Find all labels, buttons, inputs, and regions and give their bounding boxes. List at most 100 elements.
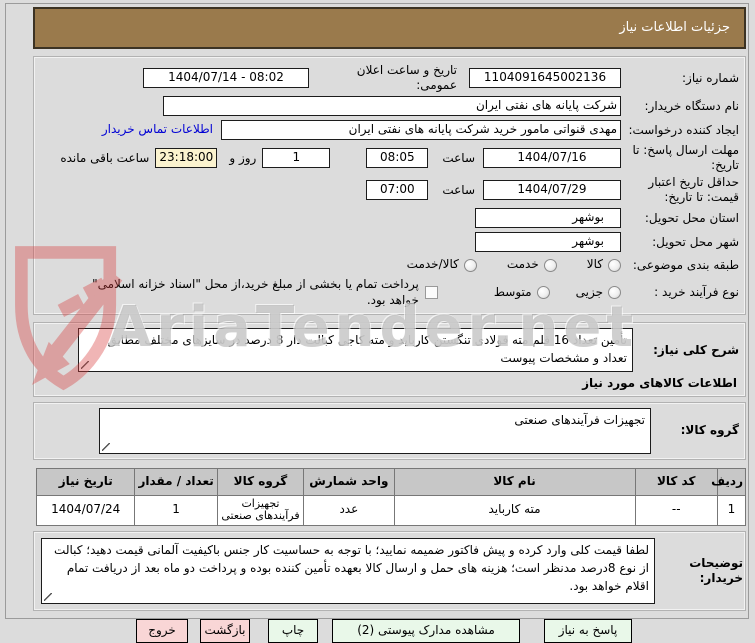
cell-item-code: --: [634, 494, 718, 526]
radio-icon[interactable]: [608, 258, 621, 272]
process-type-label: نوع فرآیند خرید :: [654, 285, 739, 300]
reply-deadline-label: مهلت ارسال پاسخ: تا تاریخ:: [632, 143, 739, 172]
subject-class-option-service[interactable]: خدمت: [507, 257, 557, 273]
col-header-item-group: گروه کالا: [216, 467, 305, 496]
option-label: خدمت: [506, 257, 539, 272]
resize-handle-icon[interactable]: [102, 442, 110, 451]
process-type-option-medium[interactable]: متوسط: [494, 285, 550, 301]
reply-deadline-time-input[interactable]: 08:05: [366, 148, 429, 168]
announce-datetime-input[interactable]: 1404/07/14 - 08:02: [143, 68, 309, 88]
need-description-group: شرح کلی نیاز: تأمین تعداد 16 قلم مته فول…: [33, 322, 746, 397]
request-creator-label: ایجاد کننده درخواست:: [628, 122, 739, 137]
cell-need-date: 1404/07/24: [35, 494, 136, 526]
cell-quantity: 1: [134, 494, 218, 526]
price-validity-label: حداقل تاریخ اعتبار قیمت: تا تاریخ:: [648, 175, 739, 204]
remaining-days-input[interactable]: 1: [262, 148, 331, 168]
action-buttons-row: پاسخ به نیاز مشاهده مدارک پیوستی (2) چاپ…: [9, 618, 746, 643]
buyer-notes-label: توضیحات خریدار:: [689, 555, 743, 585]
radio-icon[interactable]: [543, 258, 557, 272]
delivery-province-input[interactable]: بوشهر: [475, 208, 621, 228]
exit-button[interactable]: خروج: [136, 618, 188, 643]
reply-deadline-hour-label: ساعت: [442, 150, 475, 165]
view-attached-docs-button[interactable]: مشاهده مدارک پیوستی (2): [332, 618, 520, 643]
col-header-quantity: تعداد / مقدار: [134, 467, 218, 496]
need-description-label: شرح کلی نیاز:: [653, 342, 739, 357]
items-table-header-row: ردیف کد کالا نام کالا واحد شمارش گروه کا…: [35, 467, 747, 496]
need-number-row: شماره نیاز: 1104091645002136 تاریخ و ساع…: [40, 63, 739, 93]
option-label: متوسط: [493, 284, 532, 299]
process-type-row: نوع فرآیند خرید : جزیی متوسط پرداخت تمام…: [40, 277, 739, 308]
col-header-row-number: ردیف: [711, 467, 747, 496]
days-and-label: روز و: [229, 150, 257, 165]
goods-group-label: گروه کالا:: [680, 423, 739, 438]
cell-item-group: تجهیزات فرآیندهای صنعتی: [216, 494, 305, 526]
reply-deadline-row: مهلت ارسال پاسخ: تا تاریخ: 1404/07/16 سا…: [40, 143, 739, 173]
col-header-item-code: کد کالا: [634, 467, 718, 496]
radio-icon[interactable]: [608, 286, 621, 300]
price-validity-time-input[interactable]: 07:00: [366, 180, 429, 200]
option-label: کالا: [586, 257, 603, 272]
request-creator-row: ایجاد کننده درخواست: مهدی قنواتی مامور خ…: [40, 119, 739, 141]
remaining-time-countdown: 23:18:00: [155, 148, 218, 168]
table-row: 1 -- مته کارباید عدد تجهیزات فرآیندهای ص…: [35, 494, 747, 526]
delivery-province-row: استان محل تحویل: بوشهر: [40, 207, 739, 229]
radio-icon[interactable]: [536, 286, 550, 300]
print-button[interactable]: چاپ: [268, 618, 318, 643]
remaining-hours-label: ساعت باقی مانده: [60, 150, 150, 165]
items-table: ردیف کد کالا نام کالا واحد شمارش گروه کا…: [35, 467, 747, 526]
buyer-org-label: نام دستگاه خریدار:: [644, 98, 740, 113]
price-validity-date-input[interactable]: 1404/07/29: [483, 180, 621, 200]
subject-class-option-goods-service[interactable]: کالا/خدمت: [407, 257, 477, 273]
subject-class-row: طبقه بندی موضوعی: کالا خدمت کالا/خدمت: [40, 255, 739, 275]
treasury-payment-label: پرداخت تمام یا بخشی از مبلغ خرید،از محل …: [92, 277, 419, 307]
option-label: جزیی: [575, 284, 603, 299]
col-header-unit: واحد شمارش: [303, 467, 395, 496]
process-type-option-minor[interactable]: جزیی: [576, 285, 621, 301]
request-creator-input[interactable]: مهدی قنواتی مامور خرید شرکت پایانه های ن…: [221, 120, 621, 140]
page-title-bar: جزئیات اطلاعات نیاز: [33, 7, 746, 49]
buyer-org-input[interactable]: شرکت پایانه های نفتی ایران: [163, 96, 621, 116]
cell-unit: عدد: [303, 494, 395, 526]
reply-to-need-button[interactable]: پاسخ به نیاز: [544, 618, 632, 643]
buyer-notes-group: توضیحات خریدار: لطفا قیمت کلی وارد کرده …: [33, 530, 746, 611]
need-number-label: شماره نیاز:: [682, 70, 739, 85]
goods-group-text: تجهیزات فرآیندهای صنعتی: [514, 412, 645, 427]
buyer-org-row: نام دستگاه خریدار: شرکت پایانه های نفتی …: [40, 95, 739, 117]
delivery-province-label: استان محل تحویل:: [644, 210, 739, 225]
buyer-notes-textarea[interactable]: لطفا قیمت کلی وارد کرده و پیش فاکتور ضمی…: [41, 537, 655, 604]
main-content: جزئیات اطلاعات نیاز شماره نیاز: 11040916…: [9, 7, 747, 643]
need-description-textarea[interactable]: تأمین تعداد 16 قلم مته فولادی تنگستن کار…: [78, 328, 633, 373]
goods-info-heading: اطلاعات کالاهای مورد نیاز: [582, 376, 737, 391]
goods-group-textarea[interactable]: تجهیزات فرآیندهای صنعتی: [99, 407, 651, 454]
need-number-input[interactable]: 1104091645002136: [469, 68, 621, 88]
buyer-notes-text: لطفا قیمت کلی وارد کرده و پیش فاکتور ضمی…: [54, 542, 649, 593]
cell-row-number: 1: [716, 494, 747, 526]
option-label: کالا/خدمت: [406, 257, 459, 272]
reply-deadline-date-input[interactable]: 1404/07/16: [483, 148, 621, 168]
request-info-group: شماره نیاز: 1104091645002136 تاریخ و ساع…: [33, 56, 746, 316]
page: { "title": "جزئیات اطلاعات نیاز", "water…: [0, 0, 755, 643]
col-header-need-date: تاریخ نیاز: [35, 467, 136, 496]
checkbox-icon[interactable]: [424, 286, 438, 300]
announce-datetime-label: تاریخ و ساعت اعلان عمومی:: [356, 63, 457, 92]
resize-handle-icon[interactable]: [44, 592, 52, 601]
subject-class-option-goods[interactable]: کالا: [587, 257, 621, 273]
buyer-contact-link[interactable]: اطلاعات تماس خریدار: [102, 122, 213, 138]
col-header-item-name: نام کالا: [393, 467, 636, 496]
need-description-text: تأمین تعداد 16 قلم مته فولادی تنگستن کار…: [107, 333, 627, 366]
radio-icon[interactable]: [463, 258, 477, 272]
cell-item-name: مته کارباید: [393, 494, 636, 526]
delivery-city-input[interactable]: بوشهر: [475, 232, 621, 252]
need-description-row: شرح کلی نیاز: تأمین تعداد 16 قلم مته فول…: [40, 328, 739, 373]
delivery-city-label: شهر محل تحویل:: [652, 234, 739, 249]
price-validity-hour-label: ساعت: [442, 182, 475, 197]
price-validity-row: حداقل تاریخ اعتبار قیمت: تا تاریخ: 1404/…: [40, 175, 739, 205]
goods-group-row: گروه کالا: تجهیزات فرآیندهای صنعتی: [40, 407, 739, 454]
back-button[interactable]: بازگشت: [200, 618, 250, 643]
treasury-payment-checkbox-group[interactable]: پرداخت تمام یا بخشی از مبلغ خرید،از محل …: [68, 277, 438, 308]
resize-handle-icon[interactable]: [81, 361, 89, 370]
goods-group-section: گروه کالا: تجهیزات فرآیندهای صنعتی: [33, 401, 746, 460]
subject-class-label: طبقه بندی موضوعی:: [632, 257, 739, 272]
buyer-notes-row: توضیحات خریدار: لطفا قیمت کلی وارد کرده …: [36, 537, 743, 604]
delivery-city-row: شهر محل تحویل: بوشهر: [40, 231, 739, 253]
